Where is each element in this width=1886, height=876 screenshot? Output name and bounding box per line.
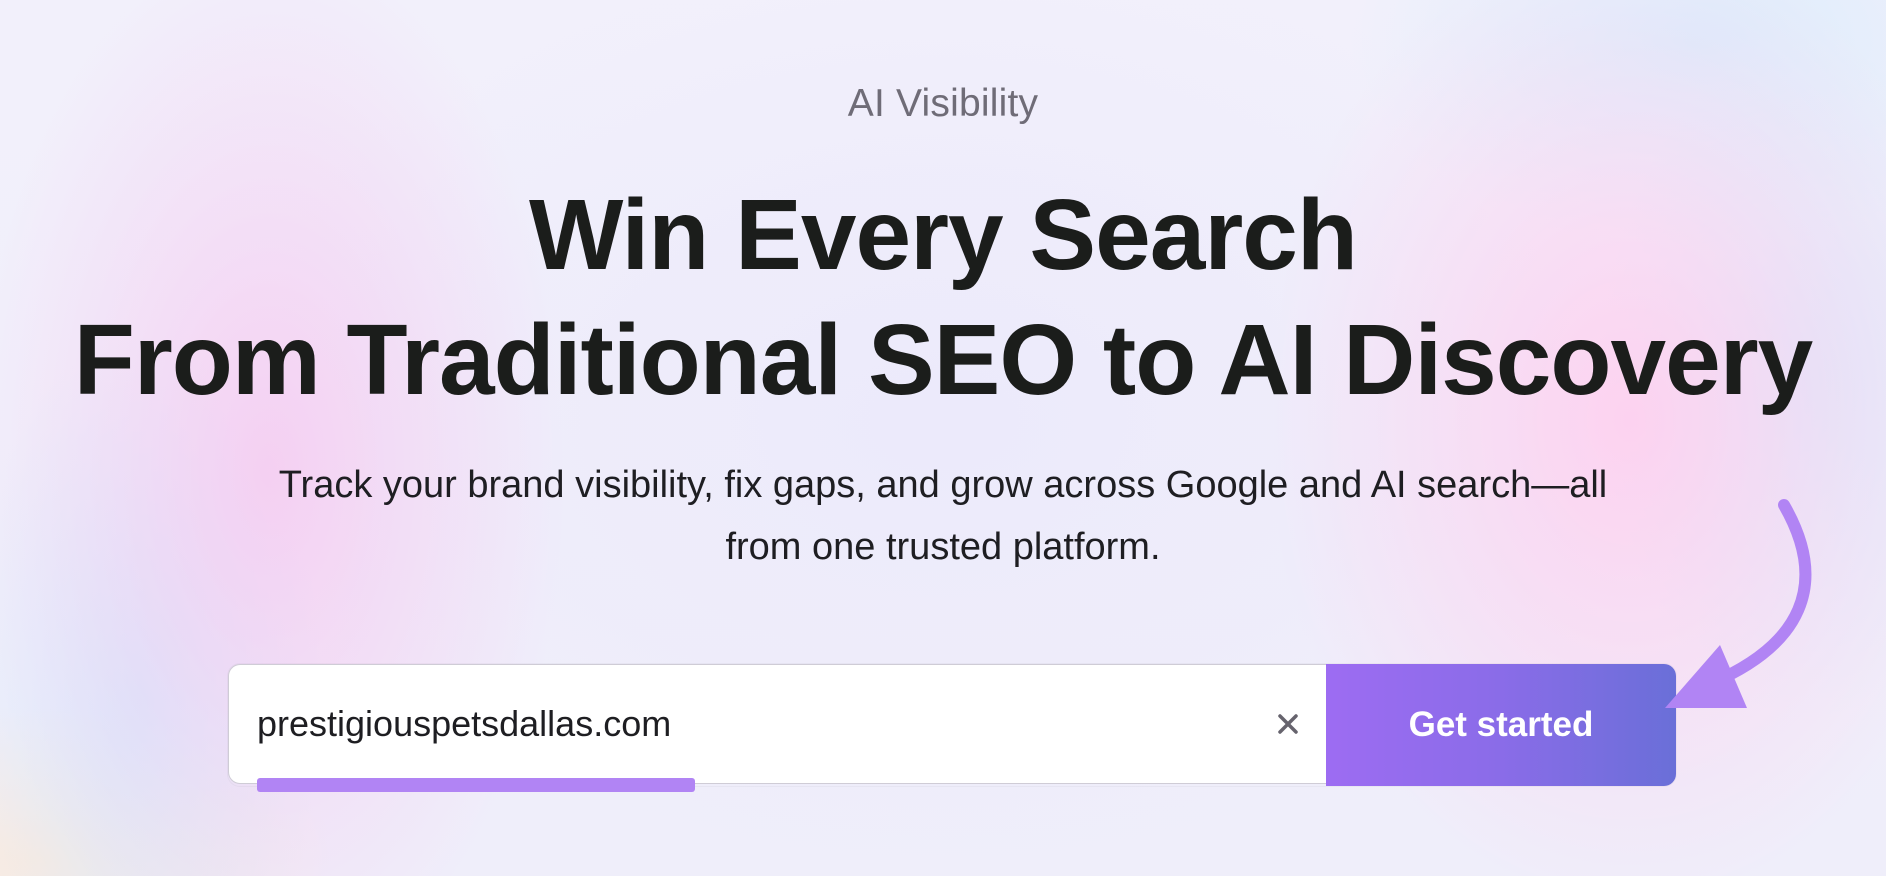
section-eyebrow: AI Visibility — [847, 82, 1039, 125]
get-started-button[interactable]: Get started — [1326, 664, 1676, 786]
headline-line-2: From Traditional SEO to AI Discovery — [73, 304, 1813, 416]
highlight-underline — [257, 778, 695, 792]
annotation-arrow-icon — [1665, 499, 1812, 708]
headline-line-1: Win Every Search — [529, 179, 1358, 291]
close-icon — [1278, 714, 1298, 734]
domain-input-value[interactable]: prestigiouspetsdallas.com — [257, 701, 671, 747]
subtitle-line-2: from one trusted platform. — [725, 526, 1161, 568]
clear-button[interactable] — [1269, 705, 1307, 743]
domain-input[interactable]: prestigiouspetsdallas.com — [228, 664, 1326, 792]
domain-search-form: prestigiouspetsdallas.com Get started — [228, 664, 1676, 792]
subtitle-line-1: Track your brand visibility, fix gaps, a… — [278, 464, 1608, 506]
hero-subtitle: Track your brand visibility, fix gaps, a… — [0, 454, 1886, 578]
